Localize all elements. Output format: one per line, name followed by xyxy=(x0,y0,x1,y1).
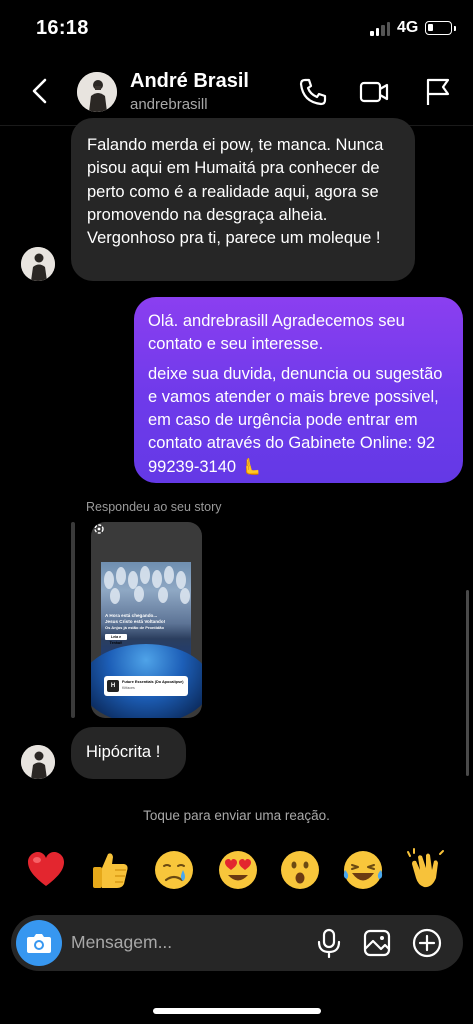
camera-button[interactable] xyxy=(16,920,62,966)
avatar[interactable] xyxy=(21,745,55,779)
microphone-icon[interactable] xyxy=(313,927,345,959)
add-icon[interactable] xyxy=(411,927,443,959)
battery-icon xyxy=(425,21,456,35)
music-title: Future Essentials (Do Apocalipse) xyxy=(122,680,184,684)
reaction-bar xyxy=(0,848,473,894)
reaction-hint: Toque para enviar uma reação. xyxy=(143,808,330,823)
scrollbar[interactable] xyxy=(466,590,469,776)
status-bar: 16:18 4G xyxy=(0,0,473,56)
story-reply-label: Respondeu ao seu story xyxy=(86,500,222,514)
story-button: Leia e Tenha!! xyxy=(105,634,127,645)
thumbs-up-reaction[interactable] xyxy=(88,848,132,892)
incoming-message[interactable]: Falando merda ei pow, te manca. Nunca pi… xyxy=(71,118,415,281)
heart-reaction[interactable] xyxy=(24,848,68,892)
music-sticker: H Future Essentials (Do Apocalipse) Kitf… xyxy=(104,676,188,696)
message-text-line2: deixe sua duvida, denuncia ou sugestão e… xyxy=(148,364,443,476)
video-call-icon[interactable] xyxy=(358,76,390,108)
heart-eyes-reaction[interactable] xyxy=(216,848,260,892)
signal-icon xyxy=(370,22,390,36)
music-artist: Kitfaces xyxy=(122,686,135,690)
message-input[interactable]: Mensagem... xyxy=(71,932,172,953)
message-text: Hipócrita ! xyxy=(86,743,161,761)
story-preview[interactable]: A Hora está chegando... Jesus Cristo est… xyxy=(91,522,202,718)
message-text: Falando merda ei pow, te manca. Nunca pi… xyxy=(87,136,384,248)
chat-header: André Brasil andrebrasill xyxy=(0,56,473,126)
crying-face-reaction[interactable] xyxy=(152,848,196,892)
surprised-face-reaction[interactable] xyxy=(278,848,322,892)
story-image: A Hora está chegando... Jesus Cristo est… xyxy=(91,562,202,718)
gallery-icon[interactable] xyxy=(361,927,393,959)
reply-indicator-bar xyxy=(71,522,75,718)
avatar[interactable] xyxy=(77,72,117,112)
contact-name[interactable]: André Brasil xyxy=(130,70,249,93)
back-arrow-icon[interactable] xyxy=(26,76,56,106)
flag-icon[interactable] xyxy=(422,76,454,108)
laughing-face-reaction[interactable] xyxy=(341,848,385,892)
outgoing-message[interactable]: Olá. andrebrasill Agradecemos seu contat… xyxy=(134,297,463,483)
network-type: 4G xyxy=(397,19,419,36)
message-composer: Mensagem... xyxy=(11,915,463,971)
message-text-line1: Olá. andrebrasill Agradecemos seu contat… xyxy=(148,312,405,354)
home-indicator[interactable] xyxy=(153,1008,321,1014)
clapping-hands-reaction[interactable] xyxy=(404,848,448,892)
phone-icon[interactable] xyxy=(297,76,329,108)
incoming-message[interactable]: Hipócrita ! xyxy=(71,727,186,779)
camera-icon xyxy=(27,934,51,953)
story-thumbnail: A Hora está chegando... Jesus Cristo est… xyxy=(91,562,202,718)
story-ring-icon xyxy=(94,524,104,534)
contact-username[interactable]: andrebrasill xyxy=(130,96,208,113)
story-headline: Os Anjos já estão de Prontidão xyxy=(105,625,164,630)
status-time: 16:18 xyxy=(36,17,89,39)
avatar[interactable] xyxy=(21,247,55,281)
music-app-icon: H xyxy=(107,680,119,692)
